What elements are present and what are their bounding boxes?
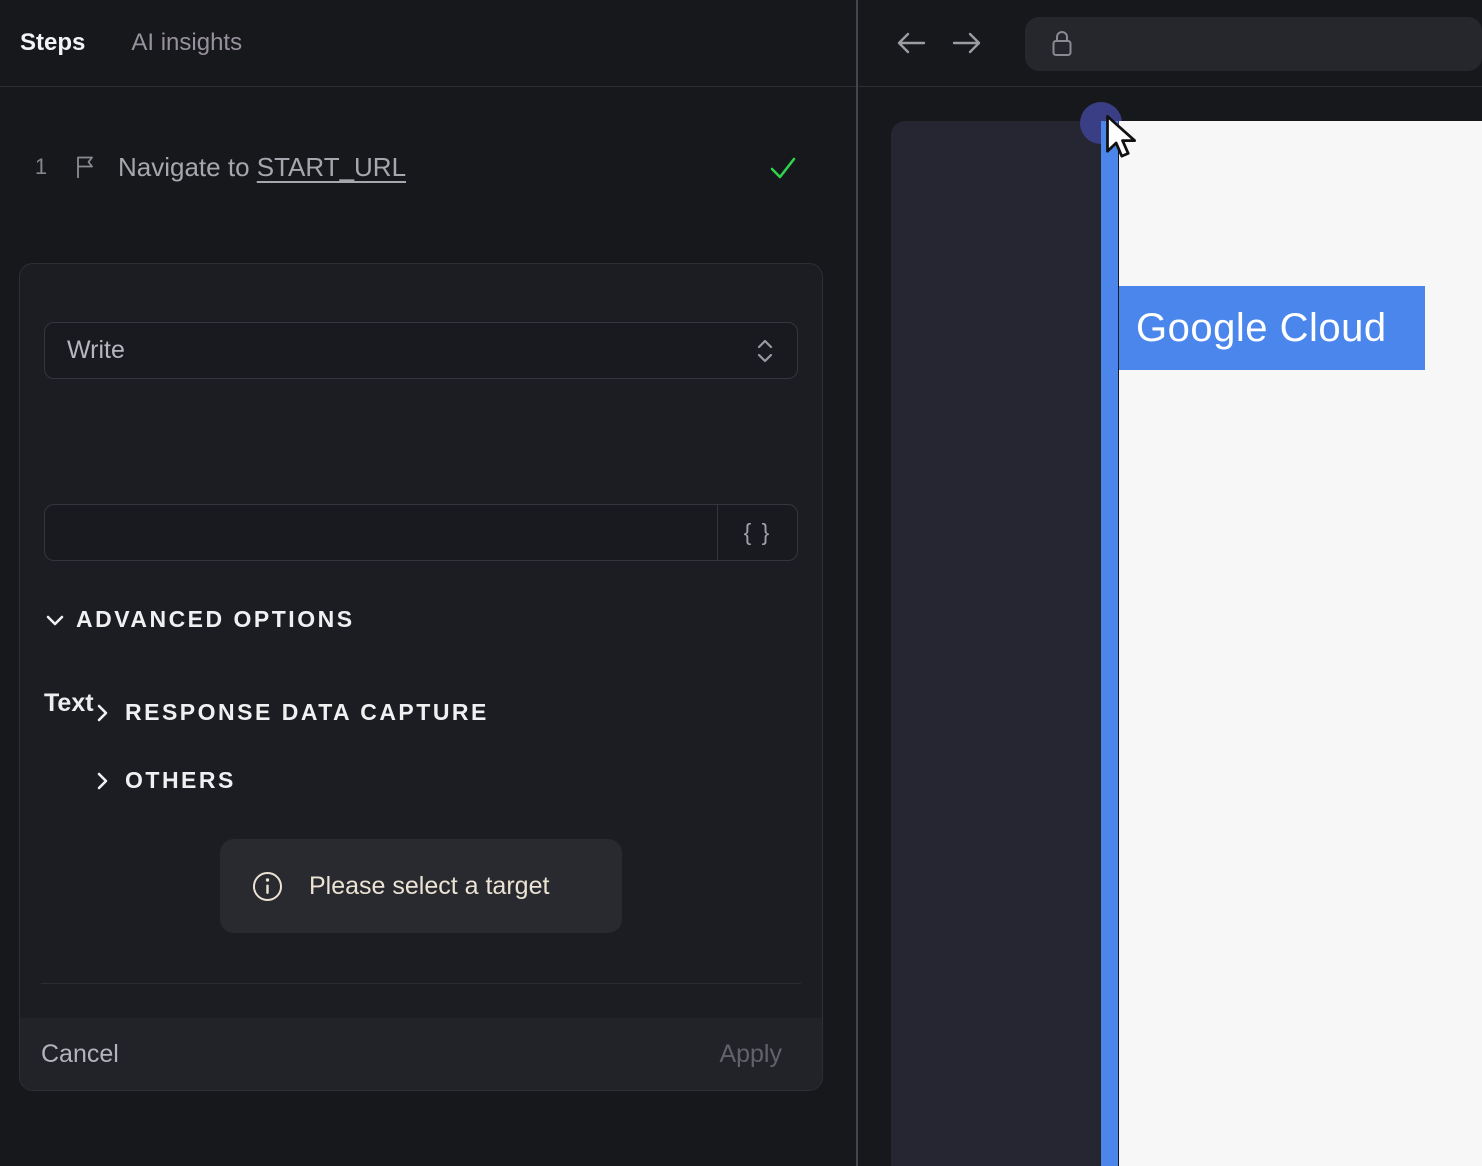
apply-button[interactable]: Apply (719, 1040, 782, 1069)
step-title-prefix: Navigate to (118, 151, 257, 182)
info-icon (253, 871, 282, 901)
mouse-cursor-icon (1106, 114, 1137, 158)
cancel-button[interactable]: Cancel (41, 1040, 119, 1069)
insert-variable-button[interactable]: { } (717, 505, 797, 560)
highlighted-element[interactable]: Google Cloud (1119, 286, 1425, 370)
others-label: OTHERS (125, 767, 236, 793)
step-number: 1 (34, 154, 48, 179)
response-data-capture-toggle[interactable]: RESPONSE DATA CAPTURE (91, 699, 489, 726)
action-select-value: Write (67, 336, 125, 364)
lock-icon (1052, 31, 1072, 56)
advanced-options-label: ADVANCED OPTIONS (76, 606, 355, 632)
check-icon (770, 157, 796, 179)
chevron-right-icon (97, 704, 108, 721)
forward-arrow-icon[interactable] (950, 28, 984, 58)
back-arrow-icon[interactable] (894, 28, 928, 58)
url-bar[interactable] (1025, 17, 1482, 71)
select-target-notice-text: Please select a target (309, 871, 550, 900)
tab-ai-insights[interactable]: AI insights (131, 29, 242, 57)
panel-header: Steps AI insights (0, 0, 857, 87)
steps-panel: Steps AI insights 1 Navigate to START_UR… (0, 0, 857, 1166)
browser-preview: Google Cloud (858, 0, 1482, 1166)
page-sidebar-region (891, 121, 1101, 1166)
step-start-url-link[interactable]: START_URL (257, 152, 406, 182)
text-input[interactable] (45, 505, 717, 560)
card-footer: Cancel Apply (20, 1018, 822, 1090)
text-input-group: { } (44, 504, 798, 561)
highlighted-element-label: Google Cloud (1136, 305, 1387, 350)
select-target-notice: Please select a target (220, 839, 622, 933)
flag-icon (77, 156, 93, 178)
tab-steps[interactable]: Steps (20, 29, 85, 57)
step-editor-card: Write Text { } ADVANCED OPTIONS RESPONSE… (19, 263, 823, 1091)
step-row[interactable]: 1 Navigate to START_URL (0, 142, 857, 192)
step-title: Navigate to START_URL (118, 152, 406, 183)
others-toggle[interactable]: OTHERS (91, 767, 236, 794)
action-select[interactable]: Write (44, 322, 798, 379)
chevron-updown-icon (757, 339, 773, 362)
chevron-right-icon (97, 772, 108, 789)
element-highlight-column (1101, 121, 1118, 1166)
advanced-options-toggle[interactable]: ADVANCED OPTIONS (44, 606, 355, 633)
card-divider (41, 983, 801, 984)
chevron-down-icon (46, 615, 64, 625)
browser-toolbar (858, 0, 1482, 87)
page-content-region (1119, 121, 1482, 1166)
text-field-label: Text (44, 689, 94, 717)
response-data-capture-label: RESPONSE DATA CAPTURE (125, 699, 489, 725)
